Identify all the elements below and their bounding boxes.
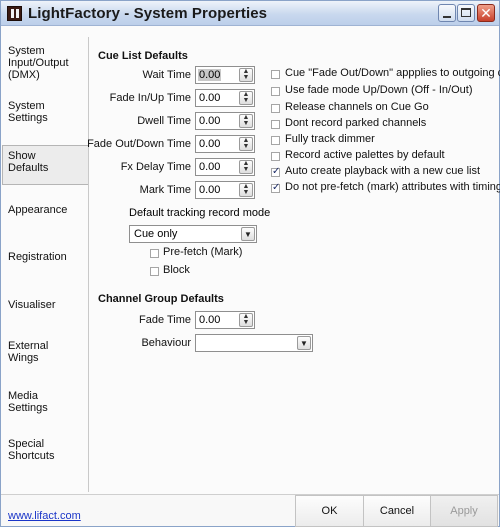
option-checkbox-release-channels[interactable] (271, 104, 280, 113)
sidebar-item-label: Show Defaults (8, 150, 49, 174)
option-checkbox-auto-create-playback[interactable] (271, 166, 280, 177)
fade-out-down-time-value[interactable]: 0.00 (199, 138, 220, 150)
option-checkbox-record-active-palettes[interactable] (271, 152, 280, 161)
fx-delay-time-label: Fx Delay Time (120, 161, 191, 173)
option-checkbox-no-prefetch-timing[interactable] (271, 182, 280, 193)
channel-group-defaults-heading: Channel Group Defaults (98, 293, 224, 305)
spin-updown-icon[interactable]: ▲ ▼ (239, 183, 253, 197)
website-link[interactable]: www.lifact.com (8, 510, 81, 522)
fade-time-label: Fade Time (139, 314, 191, 326)
block-label: Block (163, 264, 190, 276)
option-label: Do not pre-fetch (mark) attributes with … (285, 181, 500, 193)
tracking-mode-label: Default tracking record mode (129, 207, 271, 219)
spin-updown-icon[interactable]: ▲ ▼ (239, 160, 253, 174)
block-checkbox[interactable] (150, 267, 159, 276)
chevron-down-icon[interactable]: ▼ (241, 227, 255, 241)
behaviour-select[interactable]: ▼ (195, 334, 313, 352)
close-button[interactable]: ✕ (477, 4, 495, 22)
fade-out-down-time-label: Fade Out/Down Time (87, 138, 191, 150)
wait-time-stepper[interactable]: 0.00 ▲ ▼ (195, 66, 255, 84)
spin-updown-icon[interactable]: ▲ ▼ (239, 137, 253, 151)
prefetch-mark-label: Pre-fetch (Mark) (163, 246, 243, 258)
apply-label: Apply (450, 505, 478, 517)
spin-updown-icon[interactable]: ▲ ▼ (239, 91, 253, 105)
minimize-icon (443, 16, 451, 18)
sidebar-item-registration[interactable]: Registration (3, 251, 83, 263)
sidebar-item-show-defaults[interactable]: Show Defaults (2, 145, 88, 185)
cue-list-defaults-heading: Cue List Defaults (98, 50, 188, 62)
apply-button[interactable]: Apply (430, 495, 498, 527)
option-label: Use fade mode Up/Down (Off - In/Out) (285, 84, 473, 96)
fade-in-up-time-label: Fade In/Up Time (109, 92, 191, 104)
dwell-time-value[interactable]: 0.00 (199, 115, 220, 127)
sidebar-divider (88, 37, 89, 492)
option-checkbox-fade-mode-up-down[interactable] (271, 87, 280, 96)
sidebar-item-system-settings[interactable]: System Settings (3, 100, 65, 124)
tracking-mode-value: Cue only (134, 228, 178, 240)
spin-updown-icon[interactable]: ▲ ▼ (239, 114, 253, 128)
dwell-time-stepper[interactable]: 0.00 ▲ ▼ (195, 112, 255, 130)
wait-time-label: Wait Time (142, 69, 192, 81)
behaviour-label: Behaviour (141, 337, 191, 349)
title-bar[interactable]: LightFactory - System Properties ✕ (1, 1, 499, 26)
mark-time-stepper[interactable]: 0.00 ▲ ▼ (195, 181, 255, 199)
close-icon: ✕ (480, 5, 492, 21)
maximize-icon (461, 8, 471, 17)
sidebar-item-special-shortcuts[interactable]: Special Shortcuts (3, 438, 63, 462)
cancel-button[interactable]: Cancel (363, 495, 431, 527)
option-label: Record active palettes by default (285, 149, 445, 161)
option-label: Cue "Fade Out/Down" appplies to outgoing… (285, 67, 500, 79)
sidebar-item-system-input-output[interactable]: System Input/Output (DMX) (3, 45, 81, 81)
option-label: Dont record parked channels (285, 117, 427, 129)
sidebar-item-visualiser[interactable]: Visualiser (3, 299, 83, 311)
ok-button[interactable]: OK (295, 495, 364, 527)
option-label: Fully track dimmer (285, 133, 375, 145)
chevron-down-icon[interactable]: ▼ (297, 336, 311, 350)
maximize-button[interactable] (457, 4, 475, 22)
fx-delay-time-stepper[interactable]: 0.00 ▲ ▼ (195, 158, 255, 176)
window-title: LightFactory - System Properties (28, 5, 268, 22)
spin-updown-icon[interactable]: ▲ ▼ (239, 68, 253, 82)
fx-delay-time-value[interactable]: 0.00 (199, 161, 220, 173)
option-checkbox-dont-record-parked[interactable] (271, 120, 280, 129)
option-checkbox-fully-track-dimmer[interactable] (271, 136, 280, 145)
dwell-time-label: Dwell Time (137, 115, 191, 127)
prefetch-mark-checkbox[interactable] (150, 249, 159, 258)
sidebar-item-media-settings[interactable]: Media Settings (3, 390, 63, 414)
fade-in-up-time-stepper[interactable]: 0.00 ▲ ▼ (195, 89, 255, 107)
minimize-button[interactable] (438, 4, 456, 22)
wait-time-value[interactable]: 0.00 (198, 69, 222, 81)
system-properties-window: LightFactory - System Properties ✕ Syste… (0, 0, 500, 527)
ok-label: OK (321, 505, 338, 517)
option-checkbox-fade-out-outgoing[interactable] (271, 70, 280, 79)
fade-out-down-time-stepper[interactable]: 0.00 ▲ ▼ (195, 135, 255, 153)
cancel-label: Cancel (379, 505, 415, 517)
sidebar-item-appearance[interactable]: Appearance (3, 204, 83, 216)
option-label: Auto create playback with a new cue list (285, 165, 481, 177)
mark-time-value[interactable]: 0.00 (199, 184, 220, 196)
mark-time-label: Mark Time (139, 184, 191, 196)
spin-updown-icon[interactable]: ▲ ▼ (239, 313, 253, 327)
sidebar-item-external-wings[interactable]: External Wings (3, 340, 63, 364)
fade-in-up-time-value[interactable]: 0.00 (199, 92, 220, 104)
fade-time-value[interactable]: 0.00 (199, 314, 220, 326)
app-logo-icon (7, 6, 22, 21)
fade-time-stepper[interactable]: 0.00 ▲ ▼ (195, 311, 255, 329)
option-label: Release channels on Cue Go (285, 101, 429, 113)
tracking-mode-select[interactable]: Cue only ▼ (129, 225, 257, 243)
